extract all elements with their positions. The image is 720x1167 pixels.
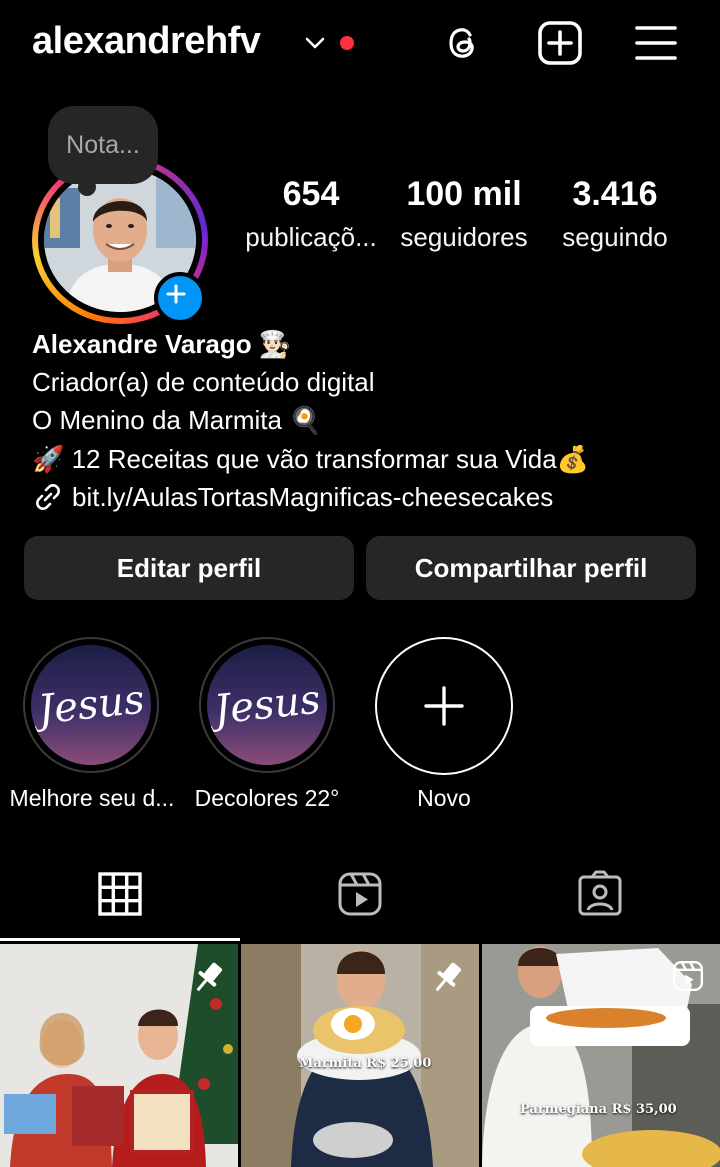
new-post-icon[interactable] bbox=[537, 20, 583, 66]
post-thumbnail[interactable]: Parmegiana R$ 35,00 bbox=[482, 944, 720, 1167]
post-overlay-text: Marmita R$ 25,00 bbox=[299, 1056, 432, 1071]
bio-line: O Menino da Marmita 🍳 bbox=[32, 405, 322, 435]
posts-label[interactable]: publicaçõ... bbox=[236, 222, 386, 253]
grid-icon[interactable] bbox=[94, 868, 146, 920]
highlight-cover[interactable]: Jesus bbox=[23, 637, 159, 773]
note-text: Nota... bbox=[66, 130, 140, 159]
active-tab-indicator bbox=[0, 938, 240, 941]
profile-username[interactable]: alexandrehfv bbox=[32, 20, 261, 63]
following-label[interactable]: seguindo bbox=[550, 222, 680, 253]
highlight-cover-text: Jesus bbox=[35, 676, 147, 734]
followers-label[interactable]: seguidores bbox=[392, 222, 536, 253]
plus-icon bbox=[424, 686, 464, 726]
bio-name: Alexandre Varago 👨🏻‍🍳 bbox=[32, 329, 292, 359]
pin-icon bbox=[435, 962, 462, 992]
pin-icon bbox=[196, 962, 223, 992]
menu-icon[interactable] bbox=[633, 20, 679, 66]
bio-line: 🚀 12 Receitas que vão transformar sua Vi… bbox=[32, 444, 590, 474]
reels-icon bbox=[672, 960, 704, 992]
highlight-label[interactable]: Melhore seu d... bbox=[2, 785, 182, 812]
post-thumbnail[interactable] bbox=[0, 944, 238, 1167]
new-highlight-button[interactable] bbox=[375, 637, 513, 775]
posts-count[interactable]: 654 bbox=[246, 175, 376, 214]
tagged-icon[interactable] bbox=[574, 868, 626, 920]
link-icon bbox=[36, 484, 60, 510]
following-count[interactable]: 3.416 bbox=[550, 175, 680, 214]
highlight-label[interactable]: Decolores 22° bbox=[177, 785, 357, 812]
add-story-button[interactable] bbox=[154, 272, 206, 324]
highlight-cover-text: Jesus bbox=[211, 676, 323, 734]
chevron-down-icon[interactable] bbox=[302, 30, 328, 56]
bio-link-text[interactable]: bit.ly/AulasTortasMagnificas-cheesecakes bbox=[72, 478, 553, 516]
plus-icon bbox=[166, 284, 186, 304]
note-bubble[interactable]: Nota... bbox=[48, 106, 158, 184]
share-profile-button[interactable]: Compartilhar perfil bbox=[366, 536, 696, 600]
notification-dot bbox=[340, 36, 354, 50]
post-thumbnail[interactable]: Marmita R$ 25,00 bbox=[241, 944, 479, 1167]
highlight-cover[interactable]: Jesus bbox=[199, 637, 335, 773]
bio-link[interactable]: bit.ly/AulasTortasMagnificas-cheesecakes bbox=[32, 478, 553, 516]
post-overlay-text: Parmegiana R$ 35,00 bbox=[520, 1102, 677, 1117]
threads-icon[interactable] bbox=[440, 20, 486, 66]
edit-profile-button[interactable]: Editar perfil bbox=[24, 536, 354, 600]
highlight-label[interactable]: Novo bbox=[354, 785, 534, 812]
bio-category: Criador(a) de conteúdo digital bbox=[32, 367, 375, 397]
followers-count[interactable]: 100 mil bbox=[394, 175, 534, 214]
reels-icon[interactable] bbox=[334, 868, 386, 920]
